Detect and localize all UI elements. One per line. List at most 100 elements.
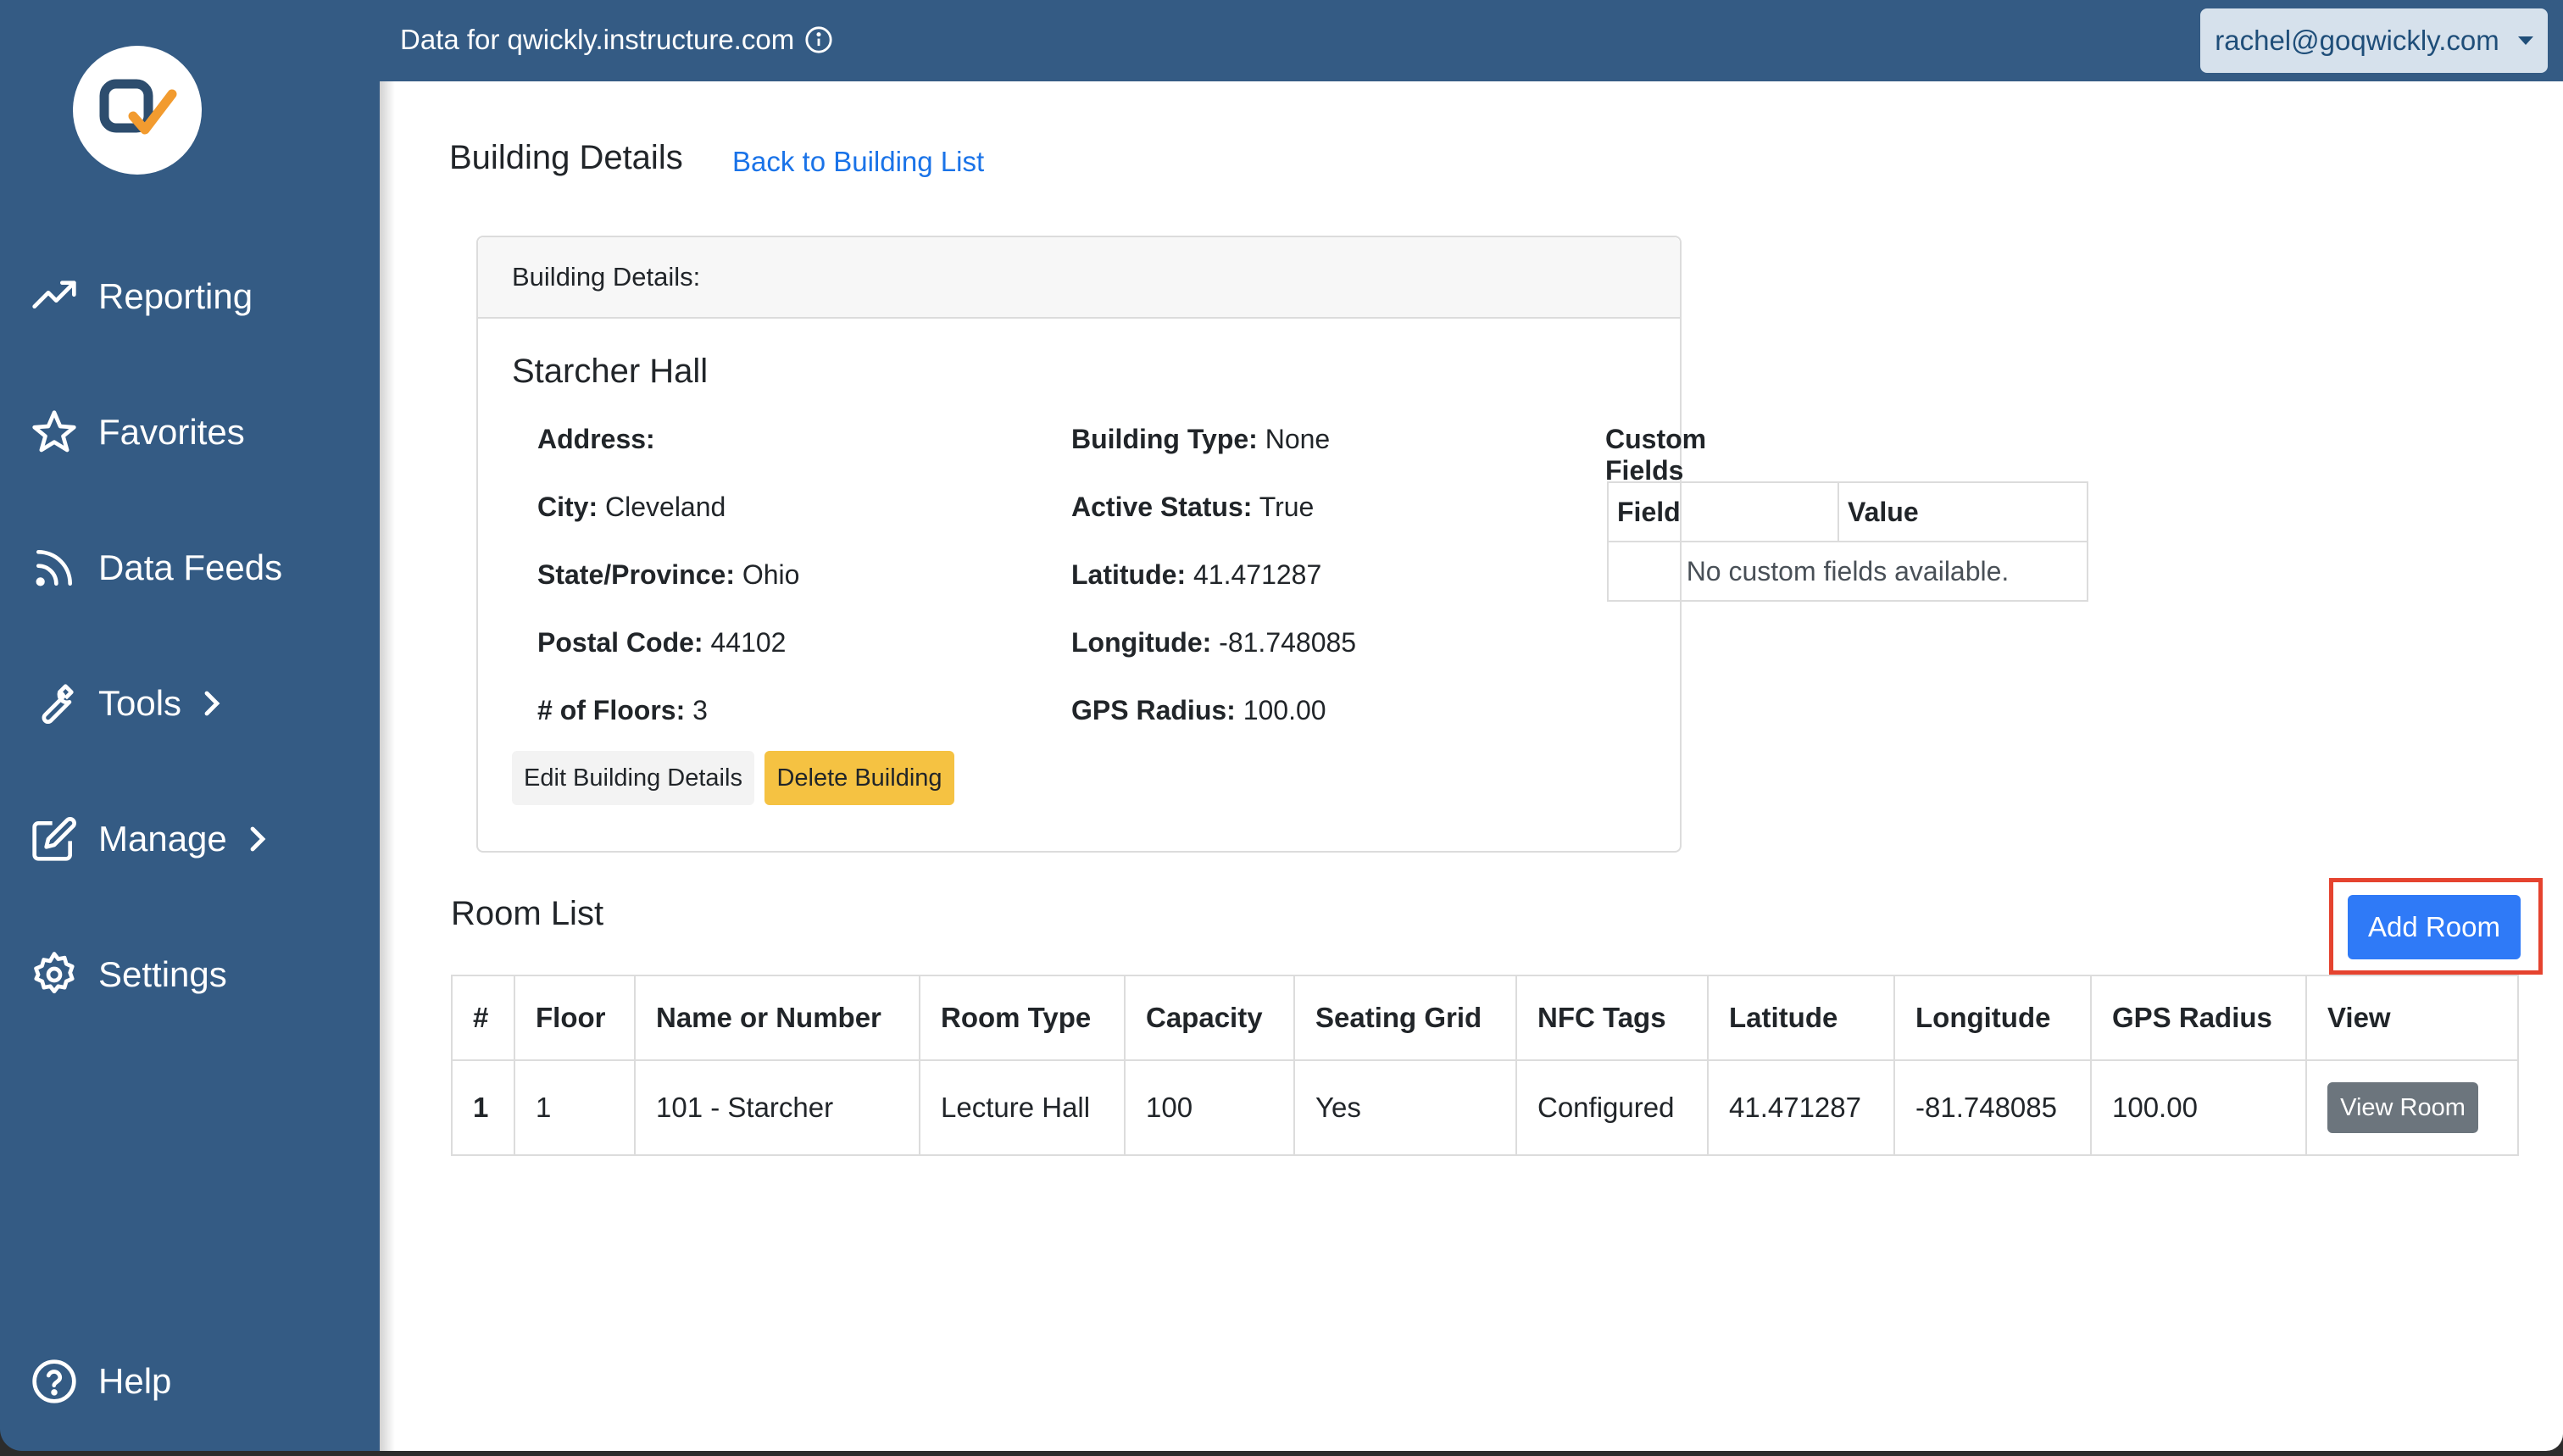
sidebar-item-label: Reporting [98,276,253,316]
room-gps-radius-cell: 100.00 [2090,1059,2307,1156]
room-type-cell: Lecture Hall [919,1059,1126,1156]
sidebar-item-manage[interactable]: Manage [31,805,370,873]
column-header: Seating Grid [1293,975,1517,1061]
sidebar: Reporting Favorites Data Feeds Tools Man… [0,0,380,1451]
custom-fields-header-row: Field Value [1607,481,2088,542]
info-icon[interactable] [804,25,833,54]
column-header: Name or Number [634,975,920,1061]
building-type-detail: Building Type: None [1071,424,1330,455]
state-detail: State/Province: Ohio [537,559,799,591]
room-view-cell: View Room [2305,1059,2519,1156]
building-type-value: None [1265,424,1331,454]
column-header: NFC Tags [1515,975,1709,1061]
sidebar-item-help[interactable]: Help [31,1348,370,1415]
column-header: Room Type [919,975,1126,1061]
floors-detail: # of Floors: 3 [537,695,708,726]
caret-down-icon [2517,36,2533,45]
gear-icon [31,951,78,998]
column-header: View [2305,975,2519,1061]
delete-building-button[interactable]: Delete Building [764,751,954,805]
latitude-label: Latitude: [1071,559,1187,590]
room-longitude-cell: -81.748085 [1893,1059,2092,1156]
page-title: Building Details [449,139,683,176]
back-to-building-list-link[interactable]: Back to Building List [732,146,984,178]
sidebar-item-tools[interactable]: Tools [31,670,370,737]
custom-fields-header-field: Field [1607,481,1839,542]
sidebar-item-label: Favorites [98,412,245,452]
star-icon [31,408,78,456]
chevron-right-icon [200,686,224,720]
sidebar-item-settings[interactable]: Settings [31,941,370,1009]
postal-code-value: 44102 [710,627,787,658]
sidebar-item-label: Data Feeds [98,547,283,587]
column-header: GPS Radius [2090,975,2307,1061]
postal-code-detail: Postal Code: 44102 [537,627,786,659]
qwickly-logo[interactable] [73,46,202,175]
trend-up-icon [31,273,78,320]
building-name: Starcher Hall [512,353,709,390]
active-status-label: Active Status: [1071,492,1253,522]
column-header: Longitude [1893,975,2092,1061]
room-latitude-cell: 41.471287 [1707,1059,1895,1156]
column-header: # [451,975,515,1061]
column-header: Floor [514,975,636,1061]
active-status-value: True [1259,492,1315,522]
add-room-button[interactable]: Add Room [2348,895,2521,959]
floors-value: 3 [692,695,708,725]
gps-radius-label: GPS Radius: [1071,695,1236,725]
help-circle-icon [31,1358,78,1405]
card-header: Building Details: [478,237,1680,319]
address-label: Address: [537,424,655,454]
edit-icon [31,815,78,863]
column-header: Latitude [1707,975,1895,1061]
room-table-header-row: # Floor Name or Number Room Type Capacit… [451,975,2519,1061]
room-capacity-cell: 100 [1124,1059,1295,1156]
latitude-value: 41.471287 [1193,559,1322,590]
chevron-right-icon [246,822,270,856]
room-number-cell: 1 [451,1059,515,1156]
room-name-cell: 101 - Starcher [634,1059,920,1156]
state-label: State/Province: [537,559,735,590]
sidebar-item-reporting[interactable]: Reporting [31,263,370,331]
city-detail: City: Cleveland [537,492,726,523]
room-table: # Floor Name or Number Room Type Capacit… [451,975,2519,1156]
city-value: Cleveland [605,492,726,522]
gps-radius-detail: GPS Radius: 100.00 [1071,695,1326,726]
city-label: City: [537,492,598,522]
main-shadow [380,81,395,1451]
user-menu-button[interactable]: rachel@goqwickly.com [2200,8,2548,73]
room-floor-cell: 1 [514,1059,636,1156]
active-status-detail: Active Status: True [1071,492,1314,523]
sidebar-item-label: Settings [98,954,227,994]
sidebar-item-data-feeds[interactable]: Data Feeds [31,534,370,602]
column-header: Capacity [1124,975,1295,1061]
longitude-detail: Longitude: -81.748085 [1071,627,1356,659]
postal-code-label: Postal Code: [537,627,703,658]
top-bar: Data for qwickly.instructure.com rachel@… [380,0,2563,81]
edit-building-button[interactable]: Edit Building Details [512,751,754,805]
floors-label: # of Floors: [537,695,686,725]
custom-fields-title: Custom Fields [1605,424,1706,486]
room-seating-grid-cell: Yes [1293,1059,1517,1156]
domain-title: Data for qwickly.instructure.com [400,24,833,56]
gps-radius-value: 100.00 [1243,695,1326,725]
table-row: 1 1 101 - Starcher Lecture Hall 100 Yes … [451,1059,2519,1156]
state-value: Ohio [742,559,800,590]
address-detail: Address: [537,424,655,455]
sidebar-item-favorites[interactable]: Favorites [31,398,370,466]
view-room-button[interactable]: View Room [2327,1082,2478,1133]
latitude-detail: Latitude: 41.471287 [1071,559,1321,591]
wrench-icon [31,680,78,727]
rss-icon [31,544,78,592]
building-details-card: Building Details: Starcher Hall Address:… [476,236,1706,853]
custom-fields-table: Field Value No custom fields available. [1607,481,2088,602]
custom-fields-empty-row: No custom fields available. [1607,541,2088,602]
custom-fields-empty-message: No custom fields available. [1607,541,2088,602]
user-email: rachel@goqwickly.com [2215,25,2499,56]
custom-fields-title-text: Custom Fields [1605,424,1707,486]
longitude-value: -81.748085 [1219,627,1357,658]
sidebar-item-label: Manage [98,819,227,859]
room-list-title: Room List [451,895,604,932]
sidebar-item-label: Help [98,1361,172,1401]
qwickly-logo-icon [99,79,177,135]
